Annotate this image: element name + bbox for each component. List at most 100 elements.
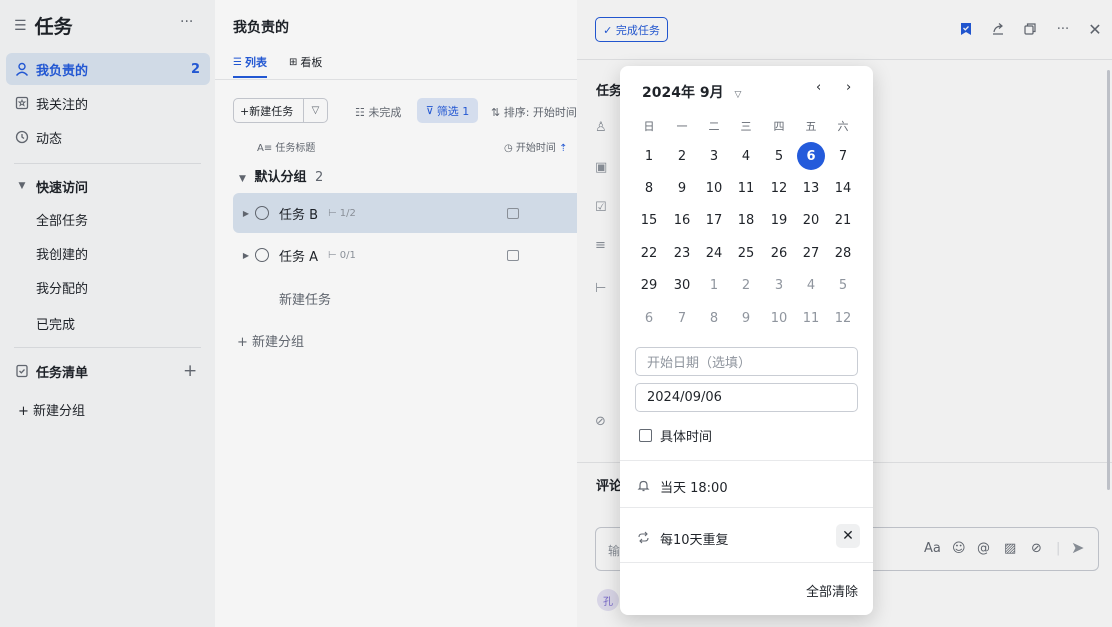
calendar-day[interactable]: 5 bbox=[763, 142, 795, 170]
calendar-day[interactable]: 12 bbox=[827, 304, 859, 332]
calendar-day-label: 27 bbox=[802, 245, 820, 261]
weekday-label: 三 bbox=[740, 120, 752, 133]
calendar-day-label: 23 bbox=[673, 245, 691, 261]
calendar-day[interactable]: 14 bbox=[827, 174, 859, 202]
calendar-day[interactable]: 30 bbox=[666, 271, 698, 299]
calendar-day-label: 3 bbox=[774, 277, 784, 293]
calendar-day-label: 10 bbox=[770, 310, 788, 326]
clear-repeat-button[interactable]: ✕ bbox=[836, 524, 860, 548]
calendar-day[interactable]: 3 bbox=[698, 142, 730, 170]
weekday-label: 五 bbox=[805, 120, 817, 133]
calendar-day-label: 8 bbox=[644, 180, 654, 196]
divider bbox=[620, 460, 873, 461]
calendar-day-label: 29 bbox=[640, 277, 658, 293]
calendar-day-label: 7 bbox=[677, 310, 687, 326]
calendar-day-label: 28 bbox=[834, 245, 852, 261]
date-picker-popup: 2024年 9月 ▽ ‹ › 日一二三四五六 1 2 3 4 5 6 7 8 9 10 11 12 13… bbox=[620, 66, 873, 615]
calendar-day[interactable]: 8 bbox=[633, 174, 665, 202]
calendar-day-label: 4 bbox=[741, 148, 751, 164]
calendar-day-selected[interactable]: 6 bbox=[795, 142, 827, 170]
weekday-label: 六 bbox=[837, 120, 849, 133]
bell-icon bbox=[637, 479, 650, 495]
clear-all-button[interactable]: 全部清除 bbox=[806, 581, 858, 600]
calendar-day[interactable]: 7 bbox=[827, 142, 859, 170]
calendar-day-label: 6 bbox=[644, 310, 654, 326]
calendar-day[interactable]: 23 bbox=[666, 239, 698, 267]
calendar-day-label: 12 bbox=[770, 180, 788, 196]
calendar-day[interactable]: 16 bbox=[666, 206, 698, 234]
calendar-day[interactable]: 8 bbox=[698, 304, 730, 332]
month-selector[interactable]: 2024年 9月 ▽ bbox=[642, 82, 741, 102]
due-date-input[interactable]: 2024/09/06 bbox=[635, 383, 858, 412]
calendar-day-label: 16 bbox=[673, 212, 691, 228]
weekday-label: 二 bbox=[708, 120, 720, 133]
calendar-day[interactable]: 25 bbox=[730, 239, 762, 267]
calendar-day[interactable]: 21 bbox=[827, 206, 859, 234]
calendar-day-label: 5 bbox=[774, 148, 784, 164]
divider bbox=[620, 562, 873, 563]
backdrop bbox=[0, 0, 577, 627]
chevron-down-icon: ▽ bbox=[734, 90, 742, 100]
calendar-day-label: 11 bbox=[737, 180, 755, 196]
calendar-day-label: 30 bbox=[673, 277, 691, 293]
calendar-day[interactable]: 9 bbox=[666, 174, 698, 202]
calendar-day-label: 11 bbox=[802, 310, 820, 326]
calendar-day[interactable]: 17 bbox=[698, 206, 730, 234]
calendar-day-label: 1 bbox=[709, 277, 719, 293]
reminder-row[interactable]: 当天 18:00 bbox=[637, 477, 728, 496]
calendar-day[interactable]: 9 bbox=[730, 304, 762, 332]
calendar-day[interactable]: 1 bbox=[698, 271, 730, 299]
next-month-button[interactable]: › bbox=[846, 80, 851, 95]
calendar-day[interactable]: 28 bbox=[827, 239, 859, 267]
reminder-label: 当天 18:00 bbox=[660, 481, 728, 496]
calendar-day[interactable]: 22 bbox=[633, 239, 665, 267]
weekday-label: 日 bbox=[643, 120, 655, 133]
calendar-day[interactable]: 4 bbox=[730, 142, 762, 170]
calendar-day[interactable]: 12 bbox=[763, 174, 795, 202]
calendar-day[interactable]: 13 bbox=[795, 174, 827, 202]
calendar-day-label: 18 bbox=[737, 212, 755, 228]
calendar-day-label: 1 bbox=[644, 148, 654, 164]
calendar-day[interactable]: 20 bbox=[795, 206, 827, 234]
specific-time-checkbox[interactable] bbox=[639, 429, 652, 442]
calendar-day[interactable]: 5 bbox=[827, 271, 859, 299]
calendar-day[interactable]: 2 bbox=[730, 271, 762, 299]
calendar-day[interactable]: 27 bbox=[795, 239, 827, 267]
calendar-day-label: 9 bbox=[741, 310, 751, 326]
calendar-day[interactable]: 11 bbox=[795, 304, 827, 332]
repeat-option[interactable]: 每10天重复 bbox=[637, 529, 729, 548]
calendar-day-label: 9 bbox=[677, 180, 687, 196]
calendar-day[interactable]: 10 bbox=[698, 174, 730, 202]
calendar-day-label: 25 bbox=[737, 245, 755, 261]
calendar-day[interactable]: 19 bbox=[763, 206, 795, 234]
calendar-day-label: 10 bbox=[705, 180, 723, 196]
calendar-day-label: 8 bbox=[709, 310, 719, 326]
specific-time-option[interactable]: 具体时间 bbox=[639, 426, 712, 445]
calendar-day-label: 22 bbox=[640, 245, 658, 261]
previous-month-button[interactable]: ‹ bbox=[816, 80, 821, 95]
calendar-day[interactable]: 11 bbox=[730, 174, 762, 202]
close-icon: ✕ bbox=[842, 528, 854, 544]
calendar-day-label: 3 bbox=[709, 148, 719, 164]
calendar-day[interactable]: 3 bbox=[763, 271, 795, 299]
calendar-day[interactable]: 24 bbox=[698, 239, 730, 267]
calendar-day-label: 5 bbox=[838, 277, 848, 293]
calendar-day[interactable]: 26 bbox=[763, 239, 795, 267]
calendar-day-label: 24 bbox=[705, 245, 723, 261]
repeat-icon bbox=[637, 531, 650, 547]
calendar-day[interactable]: 7 bbox=[666, 304, 698, 332]
start-date-input[interactable]: 开始日期（选填） bbox=[635, 347, 858, 376]
calendar-day[interactable]: 29 bbox=[633, 271, 665, 299]
calendar-day[interactable]: 18 bbox=[730, 206, 762, 234]
calendar-day[interactable]: 4 bbox=[795, 271, 827, 299]
calendar-day[interactable]: 2 bbox=[666, 142, 698, 170]
calendar-day[interactable]: 1 bbox=[633, 142, 665, 170]
calendar-day-label: 21 bbox=[834, 212, 852, 228]
calendar-day[interactable]: 10 bbox=[763, 304, 795, 332]
calendar-day[interactable]: 15 bbox=[633, 206, 665, 234]
calendar-day-label: 14 bbox=[834, 180, 852, 196]
calendar-day-label: 4 bbox=[806, 277, 816, 293]
calendar-day[interactable]: 6 bbox=[633, 304, 665, 332]
calendar-day-label: 19 bbox=[770, 212, 788, 228]
specific-time-label: 具体时间 bbox=[660, 430, 713, 445]
